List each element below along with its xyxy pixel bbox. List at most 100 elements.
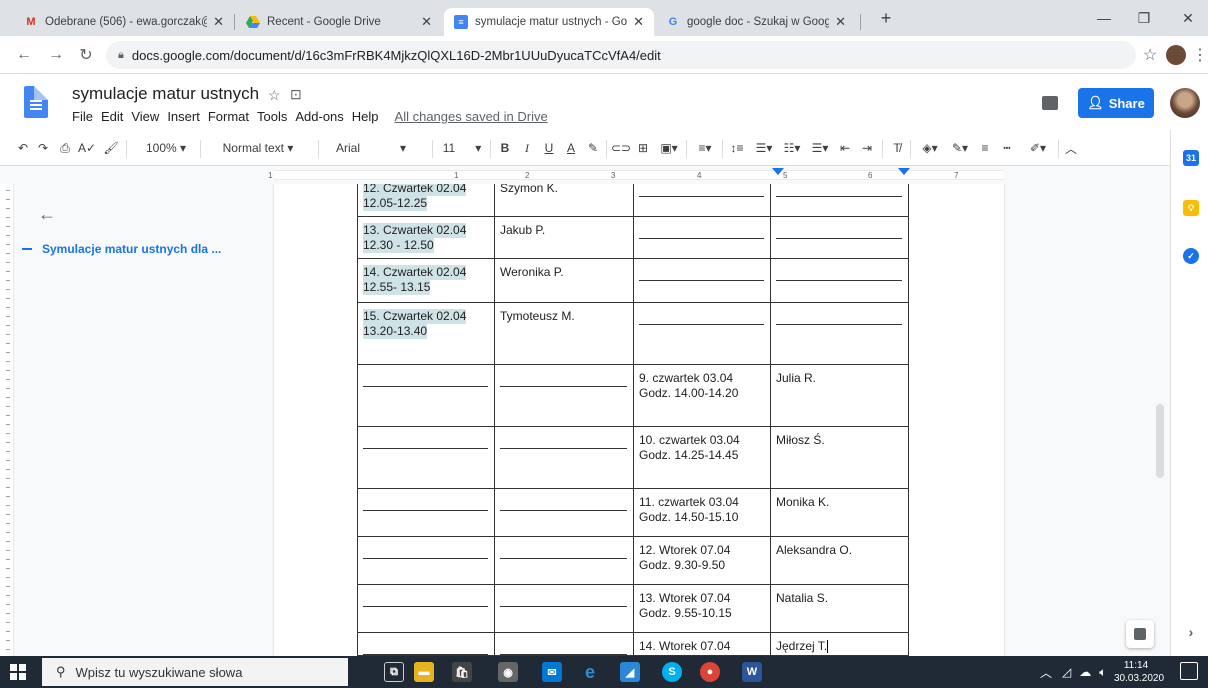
mail-icon[interactable]: ✉ — [542, 662, 562, 682]
restore-button[interactable]: ❐ — [1124, 0, 1164, 36]
insert-image-icon[interactable]: ▣▾ — [658, 140, 680, 156]
table-cell[interactable]: 12. Wtorek 07.04 Godz. 9.30-9.50 — [633, 536, 771, 585]
network-icon[interactable]: ◿ — [1062, 665, 1071, 679]
italic-icon[interactable]: I — [520, 140, 534, 156]
table-cell[interactable] — [357, 364, 495, 427]
menu-file[interactable]: File — [72, 109, 93, 124]
menu-format[interactable]: Format — [208, 109, 249, 124]
tab-google-search[interactable]: G google doc - Szukaj w Google ✕ — [656, 8, 856, 36]
skype-icon[interactable]: S — [662, 662, 682, 682]
tab-gmail[interactable]: M Odebrane (506) - ewa.gorczak@g ✕ — [14, 8, 234, 36]
numbered-list-icon[interactable]: ☷▾ — [780, 140, 804, 156]
table-cell[interactable]: Monika K. — [770, 488, 909, 537]
font-size-select[interactable]: 11 ▾ — [434, 140, 490, 156]
spellcheck-icon[interactable]: A✓ — [78, 140, 96, 156]
edge-icon[interactable]: e — [580, 662, 600, 682]
explore-button[interactable] — [1126, 620, 1154, 648]
collapse-menu-icon[interactable]: ︿ — [1064, 140, 1078, 156]
table-cell[interactable]: Miłosz Ś. — [770, 426, 909, 489]
underline-icon[interactable]: U — [542, 140, 556, 156]
text-color-icon[interactable]: A — [564, 140, 578, 156]
clear-formatting-icon[interactable]: T̸ — [890, 140, 904, 156]
table-cell[interactable] — [633, 258, 771, 303]
table-cell[interactable] — [357, 536, 495, 585]
camera-icon[interactable]: ◉ — [498, 662, 518, 682]
keep-icon[interactable]: 💡︎ — [1183, 200, 1199, 216]
redo-icon[interactable]: ↷ — [36, 140, 50, 156]
word-icon[interactable]: W — [742, 662, 762, 682]
table-cell[interactable] — [494, 488, 634, 537]
bookmark-star-icon[interactable]: ☆ — [1140, 45, 1160, 65]
decrease-indent-icon[interactable]: ⇤ — [838, 140, 852, 156]
table-cell[interactable]: 13. Wtorek 07.04 Godz. 9.55-10.15 — [633, 584, 771, 633]
app-icon[interactable]: ◢ — [620, 662, 640, 682]
table-cell[interactable]: 11. czwartek 03.04 Godz. 14.50-15.10 — [633, 488, 771, 537]
close-icon[interactable]: ✕ — [213, 14, 224, 30]
table-cell[interactable] — [770, 216, 909, 259]
bold-icon[interactable]: B — [498, 140, 512, 156]
move-folder-icon[interactable]: ⊡ — [290, 86, 302, 103]
table-cell[interactable]: Aleksandra O. — [770, 536, 909, 585]
close-icon[interactable]: ✕ — [421, 14, 432, 30]
table-cell[interactable] — [494, 364, 634, 427]
outline-heading-item[interactable]: Symulacje matur ustnych dla ... — [22, 242, 221, 256]
print-icon[interactable]: ⎙ — [58, 140, 72, 156]
store-icon[interactable]: 🛍︎ — [452, 662, 472, 682]
close-icon[interactable]: ✕ — [835, 14, 846, 30]
taskbar-search-input[interactable]: ⚲ Wpisz tu wyszukiwane słowa — [42, 658, 348, 686]
table-cell[interactable]: 10. czwartek 03.04 Godz. 14.25-14.45 — [633, 426, 771, 489]
table-cell[interactable]: Julia R. — [770, 364, 909, 427]
table-cell[interactable] — [633, 302, 771, 365]
table-cell[interactable] — [770, 302, 909, 365]
increase-indent-icon[interactable]: ⇥ — [860, 140, 874, 156]
chevron-up-icon[interactable]: ︿ — [1040, 664, 1052, 681]
menu-view[interactable]: View — [131, 109, 159, 124]
forward-arrow-icon[interactable]: → — [46, 45, 66, 65]
onedrive-icon[interactable]: ☁ — [1079, 665, 1091, 679]
minimize-button[interactable]: — — [1084, 0, 1124, 36]
menu-addons[interactable]: Add-ons — [295, 109, 343, 124]
table-cell[interactable]: Tymoteusz M. — [494, 302, 634, 365]
menu-tools[interactable]: Tools — [257, 109, 287, 124]
account-avatar[interactable] — [1170, 88, 1200, 118]
table-cell[interactable] — [633, 184, 771, 217]
windows-start-icon[interactable] — [0, 656, 36, 688]
table-cell[interactable] — [494, 536, 634, 585]
reload-icon[interactable]: ↻ — [76, 45, 96, 65]
fill-color-icon[interactable]: ◈▾ — [918, 140, 942, 156]
outline-back-arrow-icon[interactable]: ← — [38, 204, 56, 225]
show-side-panel-icon[interactable]: › — [1183, 624, 1199, 640]
share-button[interactable]: 👤︎ Share — [1078, 88, 1154, 118]
new-tab-button[interactable]: + — [866, 0, 906, 36]
table-cell[interactable]: 13. Czwartek 02.0412.30 - 12.50 — [357, 216, 495, 259]
calendar-icon[interactable]: 31 — [1183, 150, 1199, 166]
profile-avatar[interactable] — [1166, 45, 1186, 65]
table-cell[interactable]: 14. Czwartek 02.0412.55- 13.15 — [357, 258, 495, 303]
vertical-scrollbar[interactable] — [1156, 404, 1164, 478]
checklist-icon[interactable]: ☰▾ — [752, 140, 776, 156]
close-window-button[interactable]: ✕ — [1168, 0, 1208, 36]
link-icon[interactable]: ⊂⊃ — [611, 140, 631, 156]
table-cell[interactable]: Weronika P. — [494, 258, 634, 303]
address-bar[interactable]: 🔒︎ docs.google.com/document/d/16c3mFrRBK… — [106, 41, 1136, 69]
table-cell[interactable]: Natalia S. — [770, 584, 909, 633]
tab-drive[interactable]: Recent - Google Drive ✕ — [236, 8, 442, 36]
table-cell[interactable] — [494, 632, 634, 656]
bulleted-list-icon[interactable]: ☰▾ — [808, 140, 832, 156]
chrome-icon[interactable]: ● — [700, 662, 720, 682]
border-color-icon[interactable]: ✎▾ — [948, 140, 972, 156]
table-cell[interactable] — [770, 258, 909, 303]
table-cell[interactable] — [357, 632, 495, 656]
tasks-icon[interactable]: ✓ — [1183, 248, 1199, 264]
comments-icon[interactable] — [1042, 96, 1058, 110]
undo-icon[interactable]: ↶ — [16, 140, 30, 156]
document-title[interactable]: symulacje matur ustnych — [72, 84, 259, 104]
table-cell[interactable] — [357, 584, 495, 633]
table-cell[interactable]: 15. Czwartek 02.0413.20-13.40 — [357, 302, 495, 365]
table-cell[interactable] — [494, 426, 634, 489]
docs-logo-icon[interactable] — [24, 86, 48, 118]
align-icon[interactable]: ≡▾ — [694, 140, 716, 156]
volume-icon[interactable]: 🔈︎ — [1099, 665, 1106, 680]
notification-icon[interactable] — [1180, 662, 1198, 680]
border-dash-icon[interactable]: ┅ — [1000, 140, 1014, 156]
